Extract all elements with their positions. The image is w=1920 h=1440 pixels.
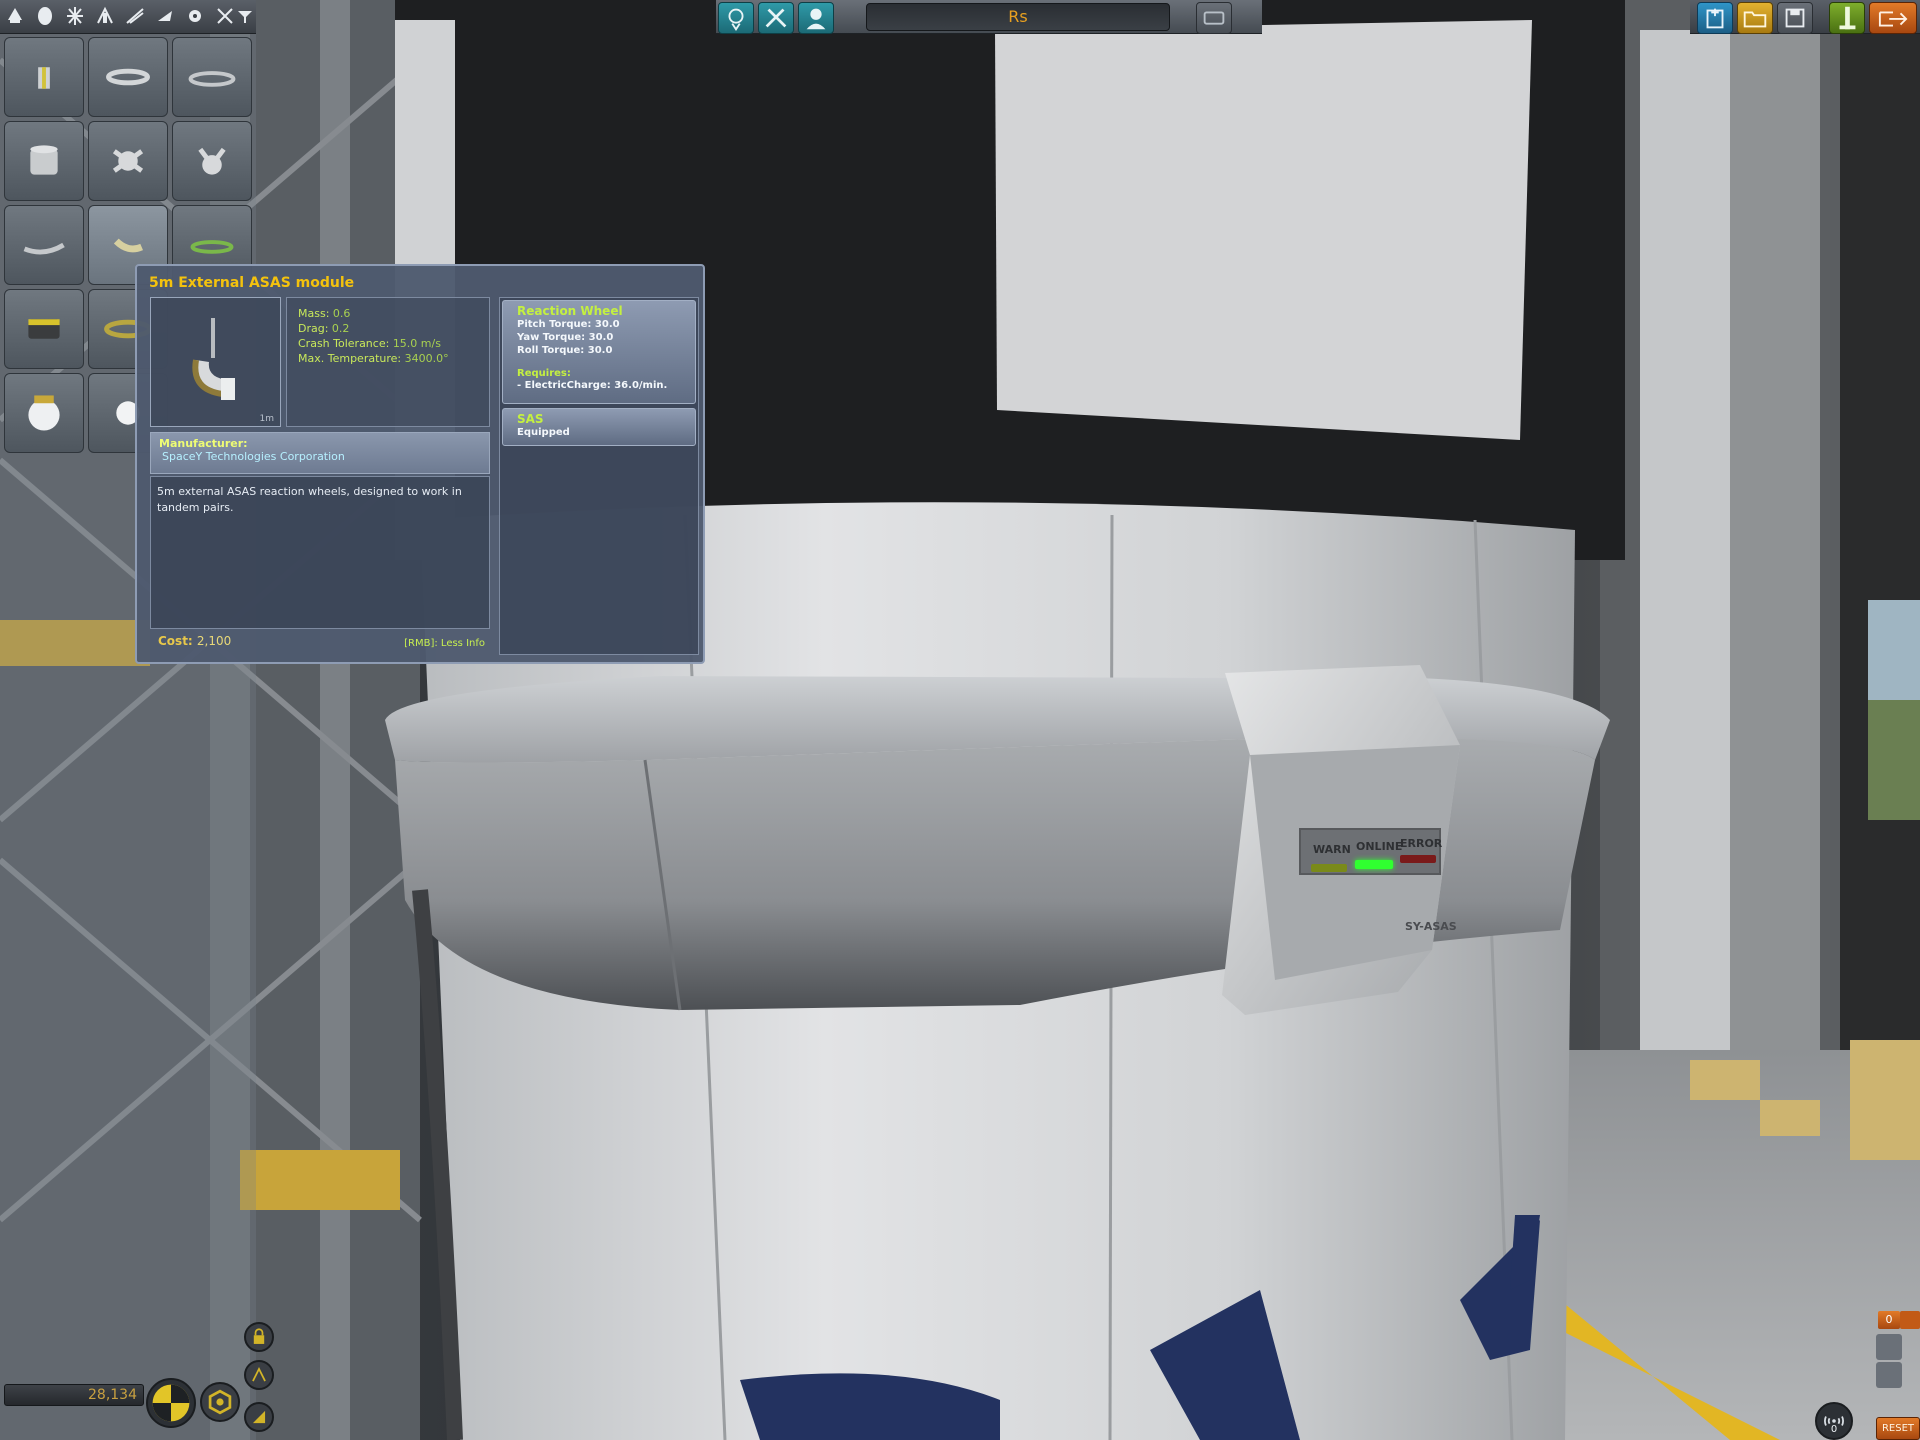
module-error-label: ERROR: [1400, 837, 1443, 850]
warn-indicator-light: [1311, 864, 1347, 872]
part-tile[interactable]: [4, 121, 84, 201]
module-reaction-wheel: Reaction Wheel Pitch Torque: 30.0 Yaw To…: [502, 300, 696, 404]
save-craft-icon[interactable]: [1777, 2, 1813, 34]
part-cost: Cost: 2,100: [158, 634, 231, 648]
part-tile[interactable]: [4, 205, 84, 285]
part-size-label: 1m: [259, 414, 275, 424]
structural-icon[interactable]: [124, 3, 146, 29]
stat-mass: Mass: 0.6: [298, 307, 351, 320]
crew-count-badge: 0: [1878, 1311, 1900, 1329]
less-info-hint: [RMB]: Less Info: [404, 638, 485, 649]
build-tools-icon[interactable]: [758, 2, 794, 34]
parts-list-panel: [0, 34, 256, 1440]
part-tile[interactable]: [88, 121, 168, 201]
module-title: SAS: [517, 412, 544, 426]
utility-icon[interactable]: [184, 3, 206, 29]
symmetry-icon[interactable]: [244, 1360, 274, 1390]
module-line: Equipped: [517, 427, 570, 438]
part-tile[interactable]: [4, 373, 84, 453]
wrench-icon[interactable]: [1876, 1362, 1902, 1388]
stack-menu-icon[interactable]: [1900, 1311, 1920, 1329]
part-tile[interactable]: [172, 121, 252, 201]
stat-drag: Drag: 0.2: [298, 322, 350, 335]
engines-icon[interactable]: [64, 3, 86, 29]
crew-manifest-icon[interactable]: [798, 2, 834, 34]
cost-value: 2,100: [196, 634, 232, 648]
stat-max-temperature: Max. Temperature: 3400.0°: [298, 352, 449, 365]
action-groups-icon[interactable]: [1196, 2, 1232, 34]
center-of-mass-icon[interactable]: [146, 1378, 196, 1428]
science-icon[interactable]: [214, 3, 236, 29]
module-sas: SAS Equipped: [502, 408, 696, 446]
module-warn-label: WARN: [1313, 843, 1351, 856]
manufacturer-section: Manufacturer: SpaceY Technologies Corpor…: [150, 432, 490, 474]
signal-count: 0: [1830, 1424, 1838, 1435]
command-control-icon[interactable]: [94, 3, 116, 29]
reset-button[interactable]: RESET: [1876, 1417, 1920, 1440]
load-craft-icon[interactable]: [1737, 2, 1773, 34]
part-stats: Mass: 0.6 Drag: 0.2 Crash Tolerance: 15.…: [286, 297, 490, 427]
lock-icon[interactable]: [244, 1322, 274, 1352]
part-description: 5m external ASAS reaction wheels, design…: [150, 476, 490, 629]
engineer-icon[interactable]: [1876, 1334, 1902, 1360]
module-line: Pitch Torque: 30.0: [517, 319, 620, 330]
part-preview-image: [192, 318, 235, 400]
new-craft-icon[interactable]: [1697, 2, 1733, 34]
module-line: Yaw Torque: 30.0: [517, 332, 614, 343]
module-online-label: ONLINE: [1356, 840, 1403, 853]
exit-icon[interactable]: [1869, 2, 1917, 34]
part-tile[interactable]: [4, 37, 84, 117]
filter-icon[interactable]: [234, 3, 256, 29]
pods-icon[interactable]: [4, 3, 26, 29]
module-model-label: SY-ASAS: [1405, 920, 1457, 933]
module-requires: - ElectricCharge: 36.0/min.: [517, 380, 668, 391]
error-indicator-light: [1400, 855, 1436, 863]
manufacturer-name: SpaceY Technologies Corporation: [162, 450, 345, 463]
module-line: Roll Torque: 30.0: [517, 345, 613, 356]
module-title: Reaction Wheel: [517, 304, 623, 318]
part-modules: Reaction Wheel Pitch Torque: 30.0 Yaw To…: [499, 297, 699, 655]
fuel-tanks-icon[interactable]: [34, 3, 56, 29]
launch-icon[interactable]: [1829, 2, 1865, 34]
ship-name-field[interactable]: Rs: [866, 3, 1170, 31]
funds-display: 28,134: [4, 1384, 144, 1406]
module-requires-label: Requires:: [517, 368, 571, 379]
cost-label: Cost:: [158, 634, 193, 648]
manufacturer-label: Manufacturer:: [159, 437, 248, 450]
part-info-tooltip: 5m External ASAS module 1m Mass: 0.6 Dra…: [135, 264, 705, 664]
part-tile[interactable]: [88, 37, 168, 117]
angle-snap-icon[interactable]: [244, 1402, 274, 1432]
center-of-lift-icon[interactable]: [200, 1382, 240, 1422]
part-tile[interactable]: [172, 37, 252, 117]
crew-hatch-icon[interactable]: [718, 2, 754, 34]
aerodynamics-icon[interactable]: [154, 3, 176, 29]
stat-crash-tolerance: Crash Tolerance: 15.0 m/s: [298, 337, 441, 350]
part-preview: 1m: [150, 297, 281, 427]
part-title: 5m External ASAS module: [149, 275, 355, 291]
part-tile[interactable]: [4, 289, 84, 369]
vehicle-assembly-scene: [0, 0, 1920, 1440]
online-indicator-light: [1355, 860, 1393, 869]
